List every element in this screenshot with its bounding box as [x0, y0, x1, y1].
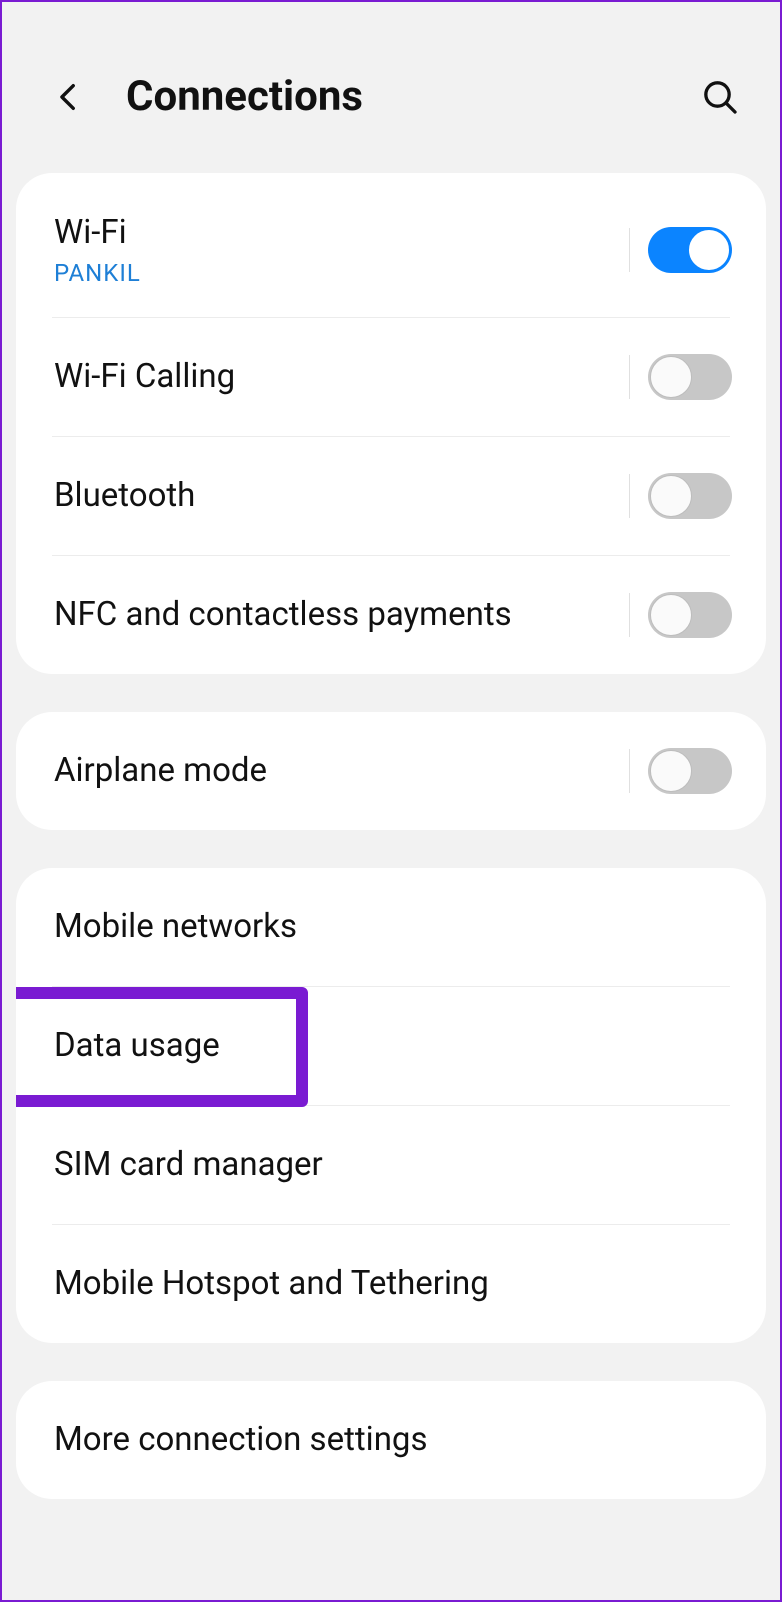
- row-bluetooth[interactable]: Bluetooth: [16, 437, 766, 555]
- row-sim-manager[interactable]: SIM card manager: [16, 1106, 766, 1224]
- row-more-settings[interactable]: More connection settings: [16, 1381, 766, 1499]
- airplane-toggle[interactable]: [648, 748, 732, 794]
- mobile-networks-label: Mobile networks: [54, 907, 732, 947]
- card-connectivity: Wi-Fi PANKIL Wi-Fi Calling Bluetooth: [16, 173, 766, 674]
- divider: [629, 749, 630, 793]
- hotspot-label: Mobile Hotspot and Tethering: [54, 1264, 732, 1304]
- nfc-toggle[interactable]: [648, 592, 732, 638]
- row-nfc[interactable]: NFC and contactless payments: [16, 556, 766, 674]
- bluetooth-toggle[interactable]: [648, 473, 732, 519]
- card-airplane: Airplane mode: [16, 712, 766, 830]
- nfc-label: NFC and contactless payments: [54, 595, 625, 635]
- airplane-label: Airplane mode: [54, 751, 625, 791]
- row-wifi-calling[interactable]: Wi-Fi Calling: [16, 318, 766, 436]
- row-mobile-networks[interactable]: Mobile networks: [16, 868, 766, 986]
- page-title: Connections: [126, 72, 700, 121]
- card-mobile: Mobile networks Data usage SIM card mana…: [16, 868, 766, 1343]
- divider: [629, 474, 630, 518]
- wifi-calling-label: Wi-Fi Calling: [54, 357, 625, 397]
- row-wifi[interactable]: Wi-Fi PANKIL: [16, 173, 766, 317]
- more-settings-label: More connection settings: [54, 1420, 732, 1460]
- row-hotspot[interactable]: Mobile Hotspot and Tethering: [16, 1225, 766, 1343]
- wifi-toggle[interactable]: [648, 227, 732, 273]
- data-usage-label: Data usage: [54, 1026, 732, 1066]
- divider: [629, 228, 630, 272]
- header: Connections: [2, 2, 780, 161]
- sim-manager-label: SIM card manager: [54, 1145, 732, 1185]
- row-airplane[interactable]: Airplane mode: [16, 712, 766, 830]
- wifi-calling-toggle[interactable]: [648, 354, 732, 400]
- search-icon[interactable]: [700, 77, 740, 117]
- wifi-network: PANKIL: [54, 259, 625, 287]
- wifi-label: Wi-Fi: [54, 213, 625, 253]
- card-more: More connection settings: [16, 1381, 766, 1499]
- divider: [629, 593, 630, 637]
- divider: [629, 355, 630, 399]
- back-icon[interactable]: [52, 77, 86, 117]
- bluetooth-label: Bluetooth: [54, 476, 625, 516]
- row-data-usage[interactable]: Data usage: [16, 987, 766, 1105]
